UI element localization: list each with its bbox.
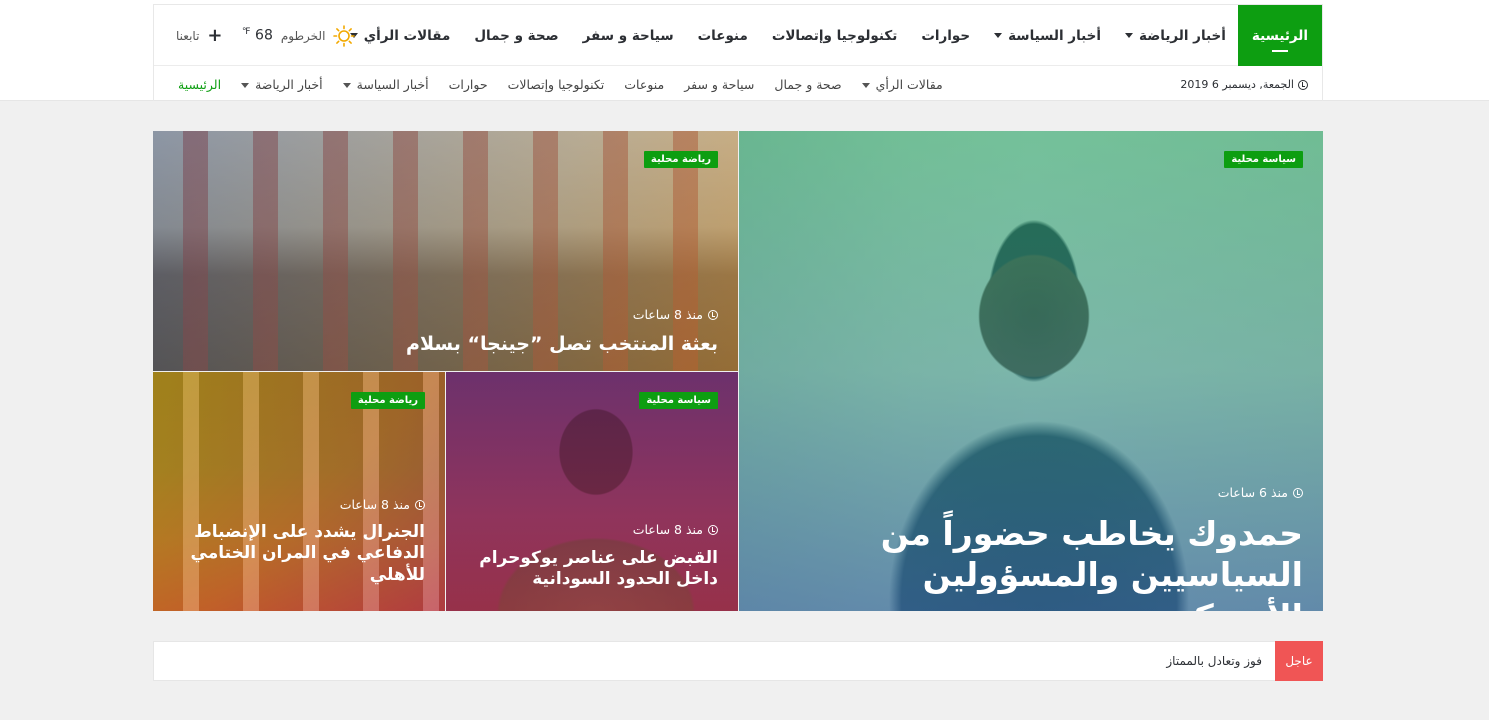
nav-item-label: أخبار الرياضة xyxy=(1139,27,1226,44)
subnav-item-0[interactable]: الرئيسية xyxy=(168,77,231,92)
subnav-item-3[interactable]: حوارات xyxy=(439,77,498,92)
subnav-item-4[interactable]: تكنولوجيا وإتصالات xyxy=(498,77,615,92)
plus-icon: + xyxy=(207,25,223,46)
nav-item-1[interactable]: أخبار الرياضة xyxy=(1113,5,1238,66)
time-text: منذ 8 ساعات xyxy=(339,497,410,512)
article-time: منذ 8 ساعات xyxy=(340,497,425,512)
current-date: الجمعة, ديسمبر 6 2019 xyxy=(1180,67,1308,102)
subnav-item-label: الرئيسية xyxy=(178,77,222,92)
nav-item-5[interactable]: منوعات xyxy=(686,5,760,66)
featured-grid: سياسة محلية منذ 6 ساعات حمدوك يخاطب حضور… xyxy=(153,131,1323,611)
subnav-item-label: منوعات xyxy=(624,77,665,92)
breaking-headline[interactable]: فوز وتعادل بالممتاز xyxy=(1166,642,1262,680)
sun-icon xyxy=(333,24,356,47)
nav-item-label: منوعات xyxy=(697,27,748,44)
category-badge[interactable]: سياسة محلية xyxy=(1224,151,1303,168)
clock-icon xyxy=(1298,79,1308,90)
nav-item-0[interactable]: الرئيسية xyxy=(1237,5,1322,66)
subnav-item-label: مقالات الرأي xyxy=(875,77,943,92)
featured-article-bottom-left[interactable]: رياضة محلية منذ 8 ساعات الجنرال يشدد على… xyxy=(153,372,445,611)
article-time: منذ 8 ساعات xyxy=(633,522,718,537)
subnav-item-7[interactable]: صحة و جمال xyxy=(764,77,851,92)
time-text: منذ 8 ساعات xyxy=(632,307,703,322)
featured-article-bottom-middle[interactable]: سياسة محلية منذ 8 ساعات القبض على عناصر … xyxy=(446,372,738,611)
subnav-item-label: أخبار السياسة xyxy=(356,77,429,92)
follow-button[interactable]: + تابعنا xyxy=(176,5,223,66)
article-time: منذ 8 ساعات xyxy=(633,307,718,322)
secondary-navigation: الجمعة, ديسمبر 6 2019 الرئيسية أخبار الري… xyxy=(154,67,1322,102)
subnav-item-label: سياحة و سفر xyxy=(684,77,755,92)
subnav-item-5[interactable]: منوعات xyxy=(614,77,674,92)
nav-item-4[interactable]: تكنولوجيا وإتصالات xyxy=(760,5,910,66)
clock-icon xyxy=(708,309,718,320)
nav-item-6[interactable]: سياحة و سفر xyxy=(571,5,686,66)
article-title[interactable]: الجنرال يشدد على الإنضباط الدفاعي في الم… xyxy=(165,522,425,586)
nav-item-label: الرئيسية xyxy=(1251,27,1308,44)
clock-icon xyxy=(708,524,718,535)
breaking-news-ticker: عاجل فوز وتعادل بالممتاز xyxy=(153,641,1323,681)
nav-item-3[interactable]: حوارات xyxy=(909,5,982,66)
chevron-down-icon xyxy=(342,83,351,88)
subnav-item-8[interactable]: مقالات الرأي xyxy=(852,77,953,92)
category-badge[interactable]: سياسة محلية xyxy=(639,392,718,409)
weather-temp: 68 ℉ xyxy=(242,27,273,44)
featured-article-top-left[interactable]: رياضة محلية منذ 8 ساعات بعثة المنتخب تصل… xyxy=(153,131,738,371)
follow-label: تابعنا xyxy=(176,28,200,43)
weather-widget: الخرطوم 68 ℉ xyxy=(242,5,356,66)
nav-item-label: تكنولوجيا وإتصالات xyxy=(771,27,898,44)
featured-article-big[interactable]: سياسة محلية منذ 6 ساعات حمدوك يخاطب حضور… xyxy=(739,131,1323,611)
nav-item-label: سياحة و سفر xyxy=(582,27,674,44)
breaking-label: عاجل xyxy=(1275,641,1323,681)
weather-unit: ℉ xyxy=(242,27,251,38)
time-text: منذ 6 ساعات xyxy=(1217,485,1288,500)
article-title[interactable]: القبض على عناصر يوكوحرام داخل الحدود الس… xyxy=(458,548,718,591)
nav-item-label: أخبار السياسة xyxy=(1008,27,1102,44)
category-badge[interactable]: رياضة محلية xyxy=(643,151,718,168)
nav-item-label: صحة و جمال xyxy=(474,27,559,44)
article-title[interactable]: حمدوك يخاطب حضوراً من السياسيين والمسؤول… xyxy=(763,513,1303,611)
subnav-item-label: حوارات xyxy=(448,77,488,92)
chevron-down-icon xyxy=(1125,33,1134,38)
article-title[interactable]: بعثة المنتخب تصل ”جينجا“ بسلام xyxy=(406,333,718,357)
subnav-item-label: صحة و جمال xyxy=(774,77,842,92)
chevron-down-icon xyxy=(241,83,250,88)
subnav-item-label: أخبار الرياضة xyxy=(255,77,323,92)
weather-city: الخرطوم xyxy=(280,28,326,43)
category-badge[interactable]: رياضة محلية xyxy=(350,392,425,409)
subnav-item-2[interactable]: أخبار السياسة xyxy=(333,77,439,92)
subnav-item-label: تكنولوجيا وإتصالات xyxy=(507,77,605,92)
main-navigation: الرئيسية أخبار الرياضة أخبار السياسة حوارات… xyxy=(154,5,1322,66)
chevron-down-icon xyxy=(861,83,870,88)
nav-item-label: مقالات الرأي xyxy=(363,27,451,44)
article-time: منذ 6 ساعات xyxy=(1218,485,1303,500)
secondary-menu: الرئيسية أخبار الرياضة أخبار السياسة حوارات… xyxy=(168,67,953,102)
nav-item-label: حوارات xyxy=(921,27,971,44)
site-header: الرئيسية أخبار الرياضة أخبار السياسة حوارات… xyxy=(153,4,1323,101)
subnav-item-1[interactable]: أخبار الرياضة xyxy=(231,77,333,92)
subnav-item-6[interactable]: سياحة و سفر xyxy=(674,77,764,92)
main-menu: الرئيسية أخبار الرياضة أخبار السياسة حوارات… xyxy=(338,5,1322,66)
date-text: الجمعة, ديسمبر 6 2019 xyxy=(1180,78,1294,91)
time-text: منذ 8 ساعات xyxy=(632,522,703,537)
nav-item-2[interactable]: أخبار السياسة xyxy=(982,5,1113,66)
clock-icon xyxy=(415,499,425,510)
nav-item-8[interactable]: مقالات الرأي xyxy=(338,5,463,66)
nav-item-7[interactable]: صحة و جمال xyxy=(462,5,570,66)
chevron-down-icon xyxy=(994,33,1003,38)
clock-icon xyxy=(1293,487,1303,498)
weather-temp-value: 68 xyxy=(255,27,273,44)
